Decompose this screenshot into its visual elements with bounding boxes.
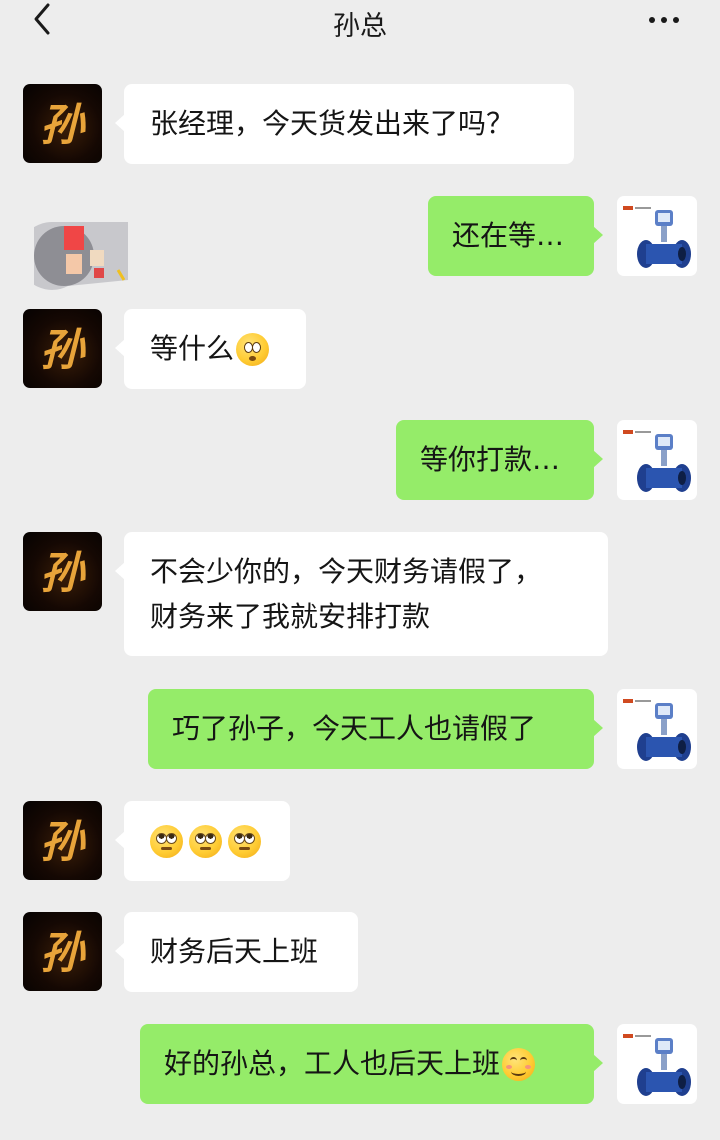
contact-avatar[interactable]: 孙 bbox=[23, 912, 102, 991]
message-bubble-incoming[interactable]: 不会少你的，今天财务请假了， 财务来了我就安排打款 bbox=[115, 532, 608, 656]
my-avatar[interactable] bbox=[617, 689, 697, 769]
message-bubble-outgoing[interactable]: 等你打款… bbox=[396, 420, 603, 500]
message-bubble-incoming[interactable]: 张经理，今天货发出来了吗？ bbox=[115, 84, 574, 164]
message-bubble-outgoing[interactable]: 好的孙总，工人也后天上班 bbox=[140, 1024, 603, 1104]
message-bubble-outgoing[interactable]: 巧了孙子，今天工人也请假了 bbox=[148, 689, 603, 769]
rolling-eyes-face-icon bbox=[150, 824, 183, 858]
message-text: 张经理，今天货发出来了吗？ bbox=[150, 107, 515, 140]
more-dots-icon bbox=[649, 17, 655, 23]
avatar-glyph: 孙 bbox=[40, 928, 87, 979]
message-text: 等你打款… bbox=[420, 443, 561, 476]
message-bubble-outgoing[interactable]: 还在等… bbox=[428, 196, 603, 276]
blurred-sticker-image bbox=[18, 220, 130, 290]
my-avatar[interactable] bbox=[617, 1024, 697, 1104]
rolling-eyes-face-icon bbox=[189, 824, 222, 858]
contact-avatar[interactable]: 孙 bbox=[23, 801, 102, 880]
avatar-glyph: 孙 bbox=[40, 100, 87, 151]
flowmeter-icon bbox=[623, 206, 691, 268]
avatar-glyph: 孙 bbox=[40, 548, 87, 599]
message-text: 巧了孙子，今天工人也请假了 bbox=[172, 712, 537, 745]
message-text-line: 不会少你的，今天财务请假了， bbox=[150, 555, 543, 588]
rolling-eyes-face-icon bbox=[228, 824, 261, 858]
flushed-face-icon bbox=[236, 332, 270, 366]
message-text-line: 财务来了我就安排打款 bbox=[150, 600, 431, 633]
avatar-glyph: 孙 bbox=[40, 325, 87, 376]
message-text: 好的孙总，工人也后天上班 bbox=[164, 1047, 501, 1080]
message-bubble-incoming[interactable] bbox=[115, 801, 290, 881]
flowmeter-icon bbox=[623, 430, 691, 492]
chat-header: 孙总 bbox=[0, 0, 720, 44]
avatar-glyph: 孙 bbox=[40, 817, 87, 868]
my-avatar[interactable] bbox=[617, 420, 697, 500]
message-text: 等什么 bbox=[150, 332, 235, 365]
chat-title: 孙总 bbox=[333, 11, 387, 42]
smiling-face-icon bbox=[502, 1047, 536, 1081]
contact-avatar[interactable]: 孙 bbox=[23, 309, 102, 388]
flowmeter-icon bbox=[623, 1034, 691, 1096]
message-bubble-incoming[interactable]: 财务后天上班 bbox=[115, 912, 358, 992]
message-text: 财务后天上班 bbox=[150, 935, 319, 968]
message-bubble-incoming[interactable]: 等什么 bbox=[115, 309, 306, 389]
contact-avatar[interactable]: 孙 bbox=[23, 84, 102, 163]
flowmeter-icon bbox=[623, 699, 691, 761]
contact-avatar[interactable]: 孙 bbox=[23, 532, 102, 611]
message-text: 还在等… bbox=[452, 219, 565, 252]
my-avatar[interactable] bbox=[617, 196, 697, 276]
more-options-button[interactable] bbox=[644, 8, 684, 32]
